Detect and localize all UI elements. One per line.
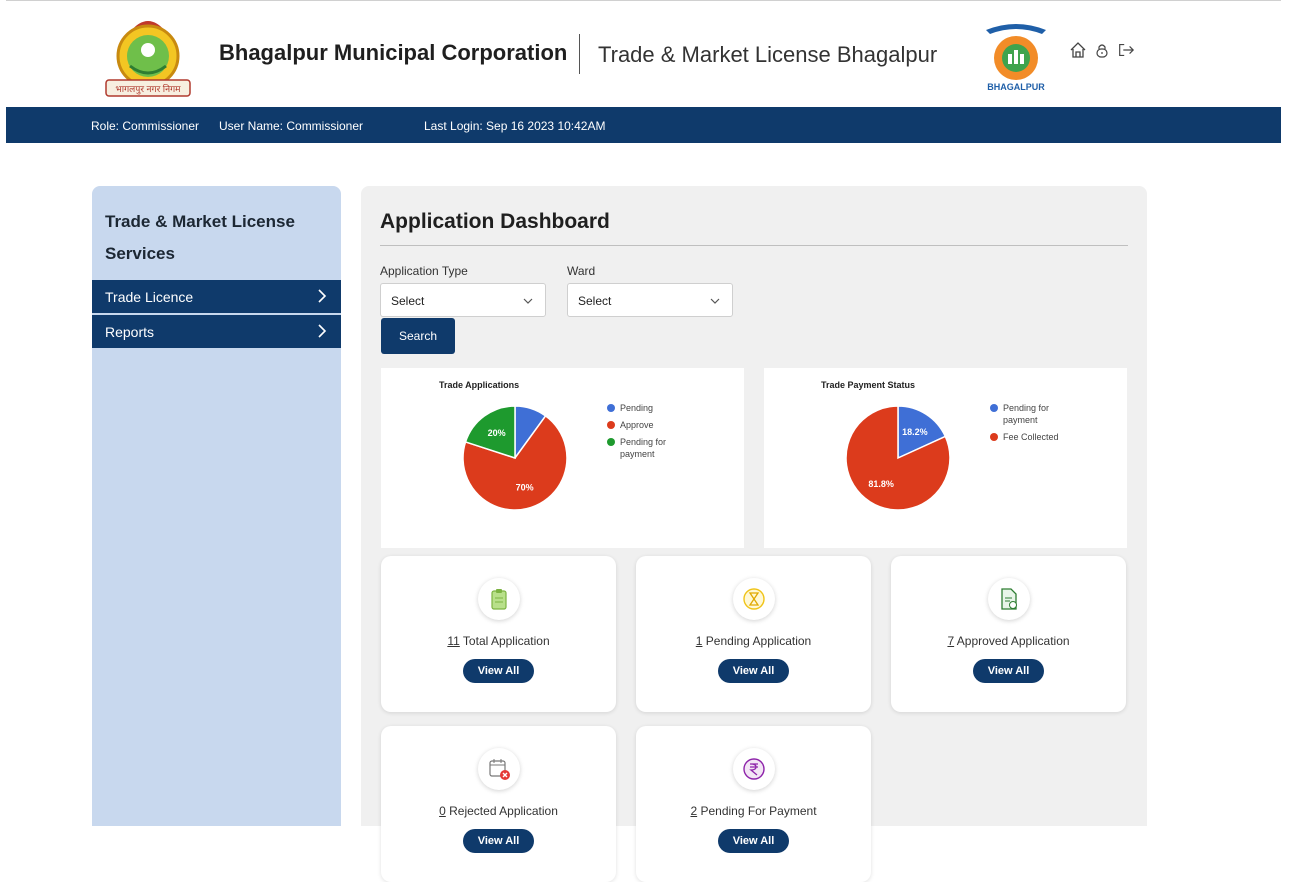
search-button[interactable]: Search <box>381 318 455 354</box>
clipboard-icon <box>478 578 520 620</box>
legend-label: Pending for payment <box>620 437 667 459</box>
legend-swatch <box>607 404 615 412</box>
page-title: Application Dashboard <box>380 210 610 233</box>
application-type-label: Application Type <box>380 264 468 278</box>
app-name: Trade & Market License Bhagalpur <box>598 42 938 67</box>
chart-legend: Pending for payment Fee Collected <box>990 402 1060 448</box>
stat-count[interactable]: 0 <box>439 804 446 818</box>
ward-value: Select <box>578 294 612 308</box>
view-all-button[interactable]: View All <box>463 659 534 683</box>
legend-item[interactable]: Approve <box>607 419 677 431</box>
view-all-button[interactable]: View All <box>718 659 789 683</box>
trade-payment-status-chart: Trade Payment Status 18.2% 81.8% Pending … <box>764 368 1127 548</box>
total-application-card: 11 Total Application View All <box>381 556 616 712</box>
header-divider <box>579 34 580 74</box>
pie-data-label: 70% <box>516 483 534 493</box>
pie-chart: 18.2% 81.8% <box>845 405 951 511</box>
municipal-emblem-logo: भागलपुर नगर निगम <box>100 10 196 98</box>
pending-application-card: 1 Pending Application View All <box>636 556 871 712</box>
approved-document-icon <box>988 578 1030 620</box>
username-text: User Name: Commissioner <box>219 119 364 133</box>
rejected-application-card: 0 Rejected Application View All <box>381 726 616 882</box>
dashboard-panel: Application Dashboard Application Type S… <box>361 186 1147 882</box>
rupee-icon <box>733 748 775 790</box>
legend-label: Fee Collected <box>1003 432 1059 442</box>
sidebar-item-reports[interactable]: Reports <box>92 315 341 348</box>
chevron-right-icon <box>317 288 327 307</box>
last-login-text: Last Login: Sep 16 2023 10:42AM <box>424 119 606 133</box>
legend-swatch <box>990 404 998 412</box>
emblem-caption: भागलपुर नगर निगम <box>115 84 181 94</box>
hourglass-icon <box>733 578 775 620</box>
stat-text: Pending Application <box>702 634 812 648</box>
sidebar-item-trade-licence[interactable]: Trade Licence <box>92 280 341 313</box>
header: भागलपुर नगर निगम Bhagalpur Municipal Cor… <box>0 0 1292 107</box>
stat-text: Pending For Payment <box>697 804 817 818</box>
legend-item[interactable]: Pending for payment <box>607 436 677 460</box>
ward-label: Ward <box>567 264 596 278</box>
view-all-button[interactable]: View All <box>718 829 789 853</box>
stat-count[interactable]: 11 <box>447 634 459 648</box>
smart-city-caption: BHAGALPUR <box>987 82 1045 92</box>
pending-for-payment-card: 2 Pending For Payment View All <box>636 726 871 882</box>
chevron-right-icon <box>317 323 327 342</box>
rejected-calendar-icon <box>478 748 520 790</box>
legend-item[interactable]: Pending <box>607 402 677 414</box>
stat-text: Approved Application <box>954 634 1070 648</box>
sidebar-item-label: Reports <box>105 323 155 340</box>
legend-swatch <box>607 438 615 446</box>
stat-label: 0 Rejected Application <box>381 804 616 818</box>
chevron-down-icon <box>710 294 720 308</box>
role-text: Role: Commissioner <box>91 119 200 133</box>
stat-text: Total Application <box>459 634 550 648</box>
legend-item[interactable]: Fee Collected <box>990 431 1060 443</box>
view-all-button[interactable]: View All <box>973 659 1044 683</box>
ward-select[interactable]: Select <box>567 283 733 317</box>
chart-legend: Pending Approve Pending for payment <box>607 402 677 465</box>
sidebar: Trade & Market License Services Trade Li… <box>92 186 341 826</box>
title-divider <box>380 245 1128 246</box>
home-icon[interactable] <box>1069 40 1087 60</box>
trade-applications-chart: Trade Applications 70% 20% Pending Approve… <box>381 368 744 548</box>
sidebar-item-label: Trade Licence <box>105 288 194 305</box>
application-type-value: Select <box>391 294 425 308</box>
stat-label: 1 Pending Application <box>636 634 871 648</box>
legend-item[interactable]: Pending for payment <box>990 402 1060 426</box>
stat-label: 7 Approved Application <box>891 634 1126 648</box>
legend-label: Pending <box>620 403 654 413</box>
pie-data-label: 81.8% <box>868 479 894 489</box>
sidebar-title: Trade & Market License Services <box>105 212 295 263</box>
pie-data-label: 18.2% <box>902 427 928 437</box>
legend-swatch <box>990 433 998 441</box>
logout-icon[interactable] <box>1117 40 1135 60</box>
stat-text: Rejected Application <box>445 804 558 818</box>
legend-label: Approve <box>620 420 654 430</box>
user-info-bar: Role: Commissioner User Name: Commission… <box>6 107 1281 143</box>
pie-chart: 70% 20% <box>462 405 568 511</box>
stat-label: 11 Total Application <box>381 634 616 648</box>
org-name: Bhagalpur Municipal Corporation <box>219 40 568 65</box>
approved-application-card: 7 Approved Application View All <box>891 556 1126 712</box>
header-actions <box>1069 40 1135 60</box>
view-all-button[interactable]: View All <box>463 829 534 853</box>
application-type-select[interactable]: Select <box>380 283 546 317</box>
pie-data-label: 20% <box>488 428 506 438</box>
chevron-down-icon <box>523 294 533 308</box>
lock-icon[interactable] <box>1093 40 1111 60</box>
legend-swatch <box>607 421 615 429</box>
stat-label: 2 Pending For Payment <box>636 804 871 818</box>
legend-label: Pending for payment <box>1003 403 1050 425</box>
